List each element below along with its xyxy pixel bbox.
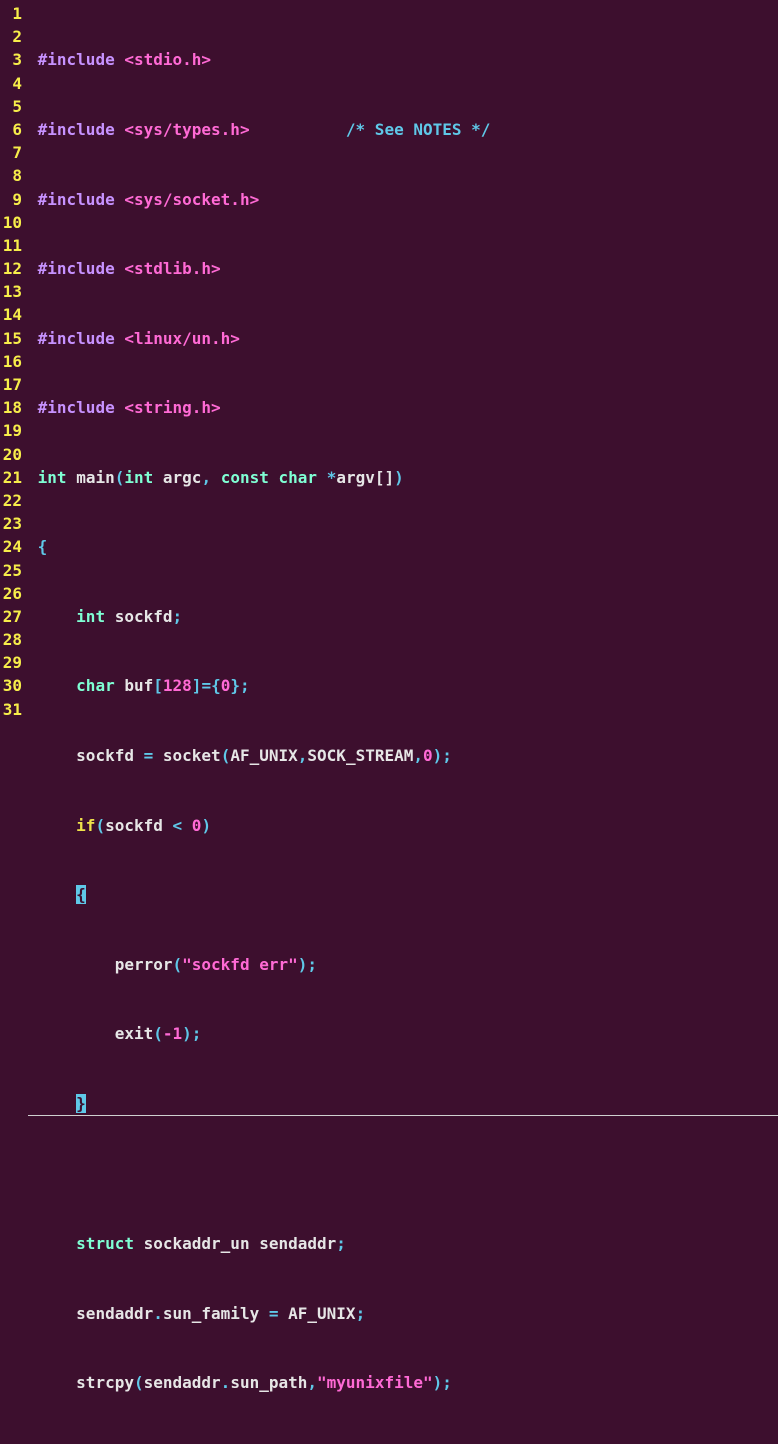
code-line: perror("sockfd err"); — [28, 953, 778, 976]
line-number: 8 — [0, 164, 22, 187]
line-number: 23 — [0, 512, 22, 535]
line-number: 12 — [0, 257, 22, 280]
line-number: 19 — [0, 419, 22, 442]
code-line: #include <string.h> — [28, 396, 778, 419]
code-line: int sockfd; — [28, 605, 778, 628]
code-line: { — [28, 883, 778, 906]
code-line: #include <linux/un.h> — [28, 327, 778, 350]
code-area[interactable]: #include <stdio.h> #include <sys/types.h… — [28, 2, 778, 1444]
line-number: 11 — [0, 234, 22, 257]
line-number: 20 — [0, 443, 22, 466]
line-number: 25 — [0, 559, 22, 582]
code-editor: 1 2 3 4 5 6 7 8 9 10 11 12 13 14 15 16 1… — [0, 0, 778, 1444]
code-line: strcpy(sendaddr.sun_path,"myunixfile"); — [28, 1371, 778, 1394]
code-line — [28, 1441, 778, 1444]
line-number: 27 — [0, 605, 22, 628]
code-line: #include <sys/socket.h> — [28, 188, 778, 211]
line-number: 13 — [0, 280, 22, 303]
code-line: #include <stdio.h> — [28, 48, 778, 71]
line-number: 16 — [0, 350, 22, 373]
line-number-gutter: 1 2 3 4 5 6 7 8 9 10 11 12 13 14 15 16 1… — [0, 2, 28, 1444]
code-line: #include <sys/types.h> /* See NOTES */ — [28, 118, 778, 141]
line-number: 5 — [0, 95, 22, 118]
matching-brace-close: } — [76, 1094, 86, 1113]
line-number: 31 — [0, 698, 22, 721]
line-number: 17 — [0, 373, 22, 396]
code-line: } — [28, 1092, 778, 1116]
code-line: char buf[128]={0}; — [28, 674, 778, 697]
code-line: #include <stdlib.h> — [28, 257, 778, 280]
line-number: 15 — [0, 327, 22, 350]
line-number: 7 — [0, 141, 22, 164]
line-number: 22 — [0, 489, 22, 512]
line-number: 26 — [0, 582, 22, 605]
code-line: exit(-1); — [28, 1022, 778, 1045]
code-line: struct sockaddr_un sendaddr; — [28, 1232, 778, 1255]
line-number: 18 — [0, 396, 22, 419]
code-line: sockfd = socket(AF_UNIX,SOCK_STREAM,0); — [28, 744, 778, 767]
line-number: 1 — [0, 2, 22, 25]
code-line: int main(int argc, const char *argv[]) — [28, 466, 778, 489]
line-number: 28 — [0, 628, 22, 651]
line-number: 4 — [0, 72, 22, 95]
code-line: if(sockfd < 0) — [28, 814, 778, 837]
code-line — [28, 1162, 778, 1185]
code-line: { — [28, 535, 778, 558]
line-number: 14 — [0, 303, 22, 326]
matching-brace-open: { — [76, 885, 86, 904]
line-number: 2 — [0, 25, 22, 48]
line-number: 24 — [0, 535, 22, 558]
code-line: sendaddr.sun_family = AF_UNIX; — [28, 1302, 778, 1325]
line-number: 29 — [0, 651, 22, 674]
line-number: 10 — [0, 211, 22, 234]
line-number: 6 — [0, 118, 22, 141]
line-number: 3 — [0, 48, 22, 71]
line-number: 9 — [0, 188, 22, 211]
line-number: 21 — [0, 466, 22, 489]
line-number: 30 — [0, 674, 22, 697]
